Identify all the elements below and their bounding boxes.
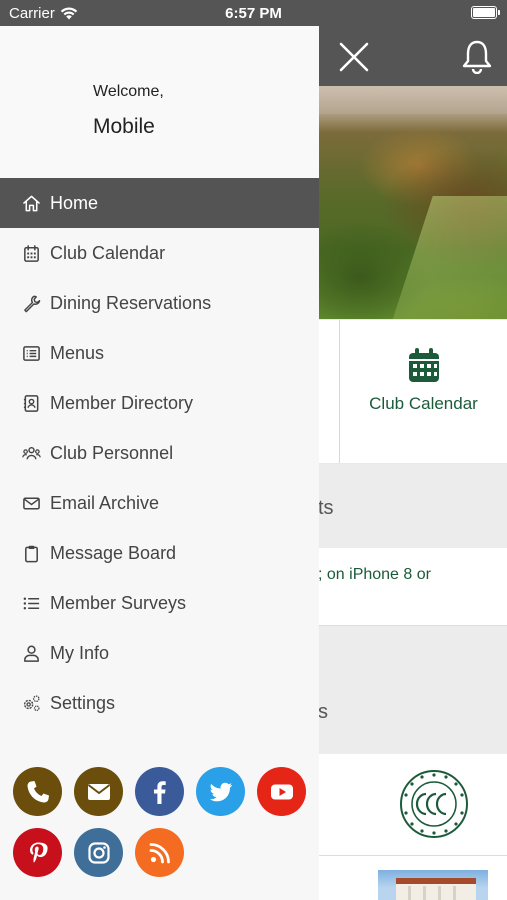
phone-icon [27,780,49,802]
club-calendar-tile[interactable]: Club Calendar [339,320,507,463]
twitter-button[interactable] [196,767,245,816]
envelope-icon [87,783,110,800]
menu-item-label: Member Directory [50,392,194,413]
menu-item-label: Club Calendar [50,242,166,263]
youtube-icon [270,784,293,799]
clubhouse-photo [378,870,488,900]
news-item[interactable]: ; on iPhone 8 or [318,548,507,626]
clubhouse-photo-row[interactable] [318,856,507,900]
user-icon [22,644,41,663]
menu-item-label: My Info [50,642,110,663]
rss-button[interactable] [135,828,184,877]
news-item-text: ; on iPhone 8 or [318,566,431,583]
menu-item-email-archive[interactable]: Email Archive [0,478,319,528]
envelope-icon [22,494,41,513]
menu-item-home[interactable]: Home [0,178,319,228]
menu-item-member-directory[interactable]: Member Directory [0,378,319,428]
contact-book-icon [22,394,41,413]
close-menu-button[interactable] [336,39,372,75]
menu-item-label: Message Board [50,542,177,563]
home-icon [22,194,41,213]
welcome-header: Welcome, Mobile [0,26,319,178]
section-header-2: s [318,626,507,754]
list-box-icon [22,344,41,363]
menu-item-label: Club Personnel [50,442,174,463]
facebook-icon [153,780,166,804]
navigation-drawer: Welcome, Mobile Home Club Calendar Dinin… [0,26,319,900]
columbus-country-club-logo [400,770,468,838]
close-icon [339,42,369,72]
menu-item-label: Menus [50,342,105,363]
section-header-2-text: s [318,701,328,723]
menu-item-label: Member Surveys [50,592,187,613]
instagram-icon [87,841,110,864]
menu-item-dining-reservations[interactable]: Dining Reservations [0,278,319,328]
quicklink-tile-partial[interactable] [318,320,339,463]
menu-item-label: Home [50,192,99,213]
menu-item-label: Settings [50,692,116,713]
instagram-button[interactable] [74,828,123,877]
pinterest-icon [29,842,48,863]
section-header-1-text: ts [318,497,334,519]
menu-item-message-board[interactable]: Message Board [0,528,319,578]
pinterest-button[interactable] [13,828,62,877]
welcome-text: Welcome, [93,83,164,100]
menu-item-club-personnel[interactable]: Club Personnel [0,428,319,478]
drawer-menu: Home Club Calendar Dining Reservations M… [0,178,319,728]
battery-icon [471,6,500,19]
social-links [0,764,319,900]
wrench-icon [22,294,41,313]
user-name: Mobile [93,115,155,138]
clipboard-icon [22,544,41,563]
club-logo-row[interactable] [318,754,507,856]
bell-icon [462,40,492,75]
notifications-button[interactable] [460,38,494,75]
calendar-icon [409,348,439,382]
rss-icon [149,842,170,863]
bulleted-list-icon [22,594,41,613]
calendar-icon [22,244,41,263]
section-header-1: ts [318,464,507,548]
clock: 6:57 PM [225,5,282,22]
menu-item-label: Email Archive [50,492,160,513]
phone-button[interactable] [13,767,62,816]
club-calendar-tile-label: Club Calendar [369,394,478,413]
menu-item-club-calendar[interactable]: Club Calendar [0,228,319,278]
menu-item-menus[interactable]: Menus [0,328,319,378]
menu-item-label: Dining Reservations [50,292,212,313]
status-bar: Carrier 6:57 PM [0,0,507,26]
people-icon [22,444,41,463]
twitter-icon [209,782,232,801]
menu-item-member-surveys[interactable]: Member Surveys [0,578,319,628]
menu-item-my-info[interactable]: My Info [0,628,319,678]
facebook-button[interactable] [135,767,184,816]
gears-icon [22,694,41,713]
menu-item-settings[interactable]: Settings [0,678,319,728]
youtube-button[interactable] [257,767,306,816]
email-button[interactable] [74,767,123,816]
